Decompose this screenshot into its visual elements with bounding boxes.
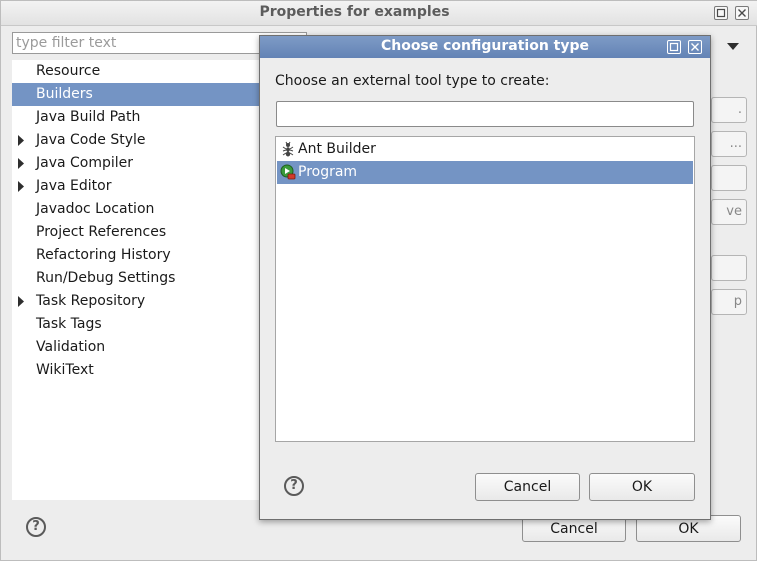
view-menu-chevron-down-icon[interactable]	[727, 43, 739, 51]
maximize-button[interactable]	[714, 6, 728, 20]
dialog-cancel-button[interactable]: Cancel	[475, 473, 580, 501]
list-item-label: Program	[298, 164, 358, 180]
tree-item-label: Task Repository	[36, 293, 146, 309]
dialog-close-button[interactable]	[688, 40, 702, 54]
tree-item-label: Java Compiler	[36, 155, 134, 171]
edit-builder-button[interactable]	[711, 165, 747, 191]
close-button[interactable]	[735, 6, 749, 20]
tree-item-label: Builders	[36, 86, 93, 102]
tree-item-label: Java Code Style	[36, 132, 146, 148]
tree-item-label: Java Build Path	[36, 109, 141, 125]
expand-arrow-icon[interactable]	[17, 181, 25, 192]
tree-item-label: Resource	[36, 63, 101, 79]
list-item-ant-builder[interactable]: Ant Builder	[277, 138, 693, 161]
dialog-prompt-label: Choose an external tool type to create:	[275, 73, 550, 89]
maximize-icon	[716, 8, 726, 18]
dialog-titlebar[interactable]: Choose configuration type	[260, 36, 710, 58]
main-titlebar[interactable]: Properties for examples	[1, 1, 757, 26]
close-icon	[691, 43, 699, 51]
tree-item-label: Javadoc Location	[36, 201, 155, 217]
list-item-label: Ant Builder	[298, 141, 376, 157]
expand-arrow-icon[interactable]	[17, 158, 25, 169]
choose-configuration-type-dialog: Choose configuration type Choose an exte…	[259, 35, 711, 520]
tool-type-list[interactable]: Ant Builder Program	[275, 136, 695, 442]
maximize-icon	[669, 42, 679, 52]
tree-item-label: Java Editor	[36, 178, 112, 194]
tree-item-label: Validation	[36, 339, 106, 355]
dialog-title: Choose configuration type	[380, 38, 590, 54]
tree-item-label: WikiText	[36, 362, 94, 378]
move-up-button[interactable]	[711, 255, 747, 281]
move-down-button[interactable]: p	[711, 289, 747, 315]
main-window-title: Properties for examples	[259, 4, 450, 20]
dialog-ok-button[interactable]: OK	[589, 473, 695, 501]
tree-item-label: Task Tags	[36, 316, 102, 332]
list-item-program[interactable]: Program	[277, 161, 693, 184]
program-icon	[280, 164, 296, 180]
import-builder-button[interactable]: ...	[711, 131, 747, 157]
dialog-maximize-button[interactable]	[667, 40, 681, 54]
tool-type-filter-input[interactable]	[276, 101, 694, 127]
tree-item-label: Refactoring History	[36, 247, 171, 263]
expand-arrow-icon[interactable]	[17, 135, 25, 146]
tree-item-label: Project References	[36, 224, 167, 240]
new-builder-button[interactable]: .	[711, 97, 747, 123]
remove-builder-button[interactable]: ve	[711, 199, 747, 225]
dialog-help-icon[interactable]: ?	[284, 476, 304, 496]
help-icon[interactable]: ?	[26, 517, 46, 537]
tree-item-label: Run/Debug Settings	[36, 270, 176, 286]
close-icon	[738, 9, 746, 17]
expand-arrow-icon[interactable]	[17, 296, 25, 307]
ant-icon	[282, 141, 294, 157]
